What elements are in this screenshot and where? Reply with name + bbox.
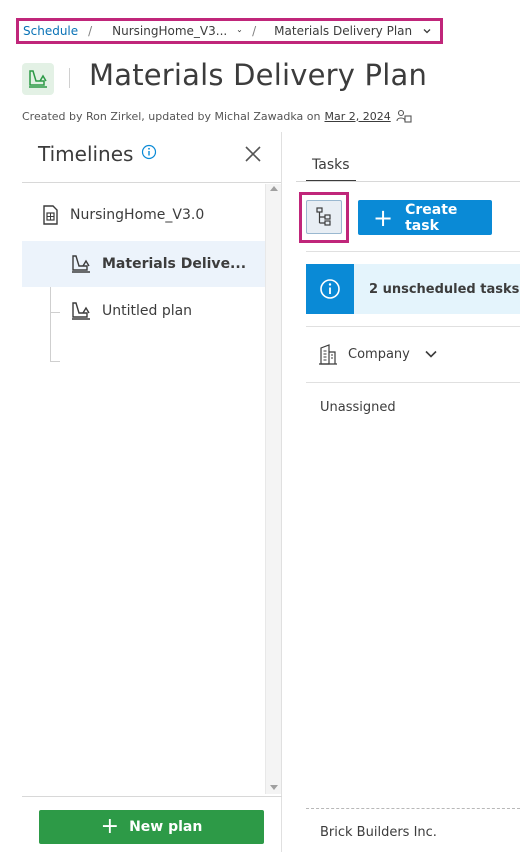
breadcrumb-separator: / [88, 24, 93, 38]
breadcrumb-model-label: NursingHome_V3... [112, 24, 228, 38]
tabs-divider [296, 181, 520, 182]
tree-item-label: NursingHome_V3.0 [70, 207, 205, 223]
tab-tasks[interactable]: Tasks [312, 157, 350, 173]
breadcrumb-plan-dropdown[interactable]: Materials Delivery Plan [274, 24, 432, 38]
timelines-title: Timelines [38, 142, 134, 166]
close-icon[interactable] [243, 144, 263, 164]
tree-item-materials-delivery-plan[interactable]: Materials Delive... [22, 241, 265, 287]
dashed-divider [306, 808, 520, 809]
breadcrumb-separator: / [252, 24, 257, 38]
tree-scrollbar[interactable] [265, 184, 281, 794]
timelines-header: Timelines [22, 132, 281, 183]
model-file-icon [43, 205, 58, 225]
chevron-down-icon [237, 30, 242, 33]
tree-view-toggle-button[interactable] [306, 200, 342, 234]
tree-item-label: Untitled plan [102, 303, 193, 319]
excavator-plan-icon [72, 302, 90, 320]
breadcrumb-model-dropdown[interactable]: NursingHome_V3... [112, 24, 242, 38]
plan-meta: Created by Ron Zirkel, updated by Michal… [22, 109, 412, 123]
title-divider [69, 68, 70, 88]
plus-icon: + [373, 203, 394, 232]
banner-text: 2 unscheduled tasks ar [369, 281, 520, 297]
share-users-icon[interactable] [396, 109, 412, 123]
chevron-down-icon [423, 29, 431, 34]
tree-connector [50, 361, 60, 362]
tree-item-model[interactable]: NursingHome_V3.0 [22, 192, 265, 238]
tree-item-label: Materials Delive... [102, 256, 247, 272]
highlight-frame [299, 192, 349, 243]
new-plan-label: New plan [129, 819, 203, 835]
new-plan-button[interactable]: + New plan [39, 810, 264, 844]
unscheduled-tasks-banner: 2 unscheduled tasks ar [306, 264, 520, 314]
create-task-button[interactable]: + Create task [358, 200, 492, 235]
timelines-tree: NursingHome_V3.0 Materials Delive... Unt… [22, 184, 265, 794]
group-brick-builders[interactable]: Brick Builders Inc. [320, 825, 437, 840]
timelines-footer: + New plan [22, 796, 282, 852]
page-title: Materials Delivery Plan [89, 58, 428, 92]
info-icon [306, 264, 354, 314]
divider [306, 382, 520, 383]
tree-item-untitled-plan[interactable]: Untitled plan [22, 288, 265, 334]
scroll-up-arrow[interactable] [270, 186, 278, 191]
divider [306, 251, 520, 252]
timelines-panel: Timelines NursingHome_V3.0 Materials Del… [22, 132, 282, 852]
breadcrumb-plan-label: Materials Delivery Plan [274, 24, 413, 38]
group-by-label: Company [348, 346, 410, 362]
excavator-plan-icon [22, 63, 54, 95]
building-icon [319, 344, 337, 365]
meta-text: Created by Ron Zirkel, updated by Michal… [22, 109, 321, 123]
excavator-plan-icon [72, 255, 90, 273]
hierarchy-icon [316, 207, 331, 226]
group-unassigned[interactable]: Unassigned [320, 400, 396, 415]
chevron-down-icon [425, 350, 437, 358]
meta-date-link[interactable]: Mar 2, 2024 [324, 110, 390, 123]
plus-icon: + [100, 814, 120, 839]
group-by-company-dropdown[interactable]: Company [318, 343, 438, 365]
divider [306, 326, 520, 327]
breadcrumb: Schedule / NursingHome_V3... / Materials… [16, 18, 443, 44]
create-task-label: Create task [405, 201, 458, 234]
breadcrumb-schedule-link[interactable]: Schedule [23, 24, 78, 38]
scroll-down-arrow[interactable] [270, 785, 278, 790]
info-icon[interactable] [141, 144, 157, 160]
